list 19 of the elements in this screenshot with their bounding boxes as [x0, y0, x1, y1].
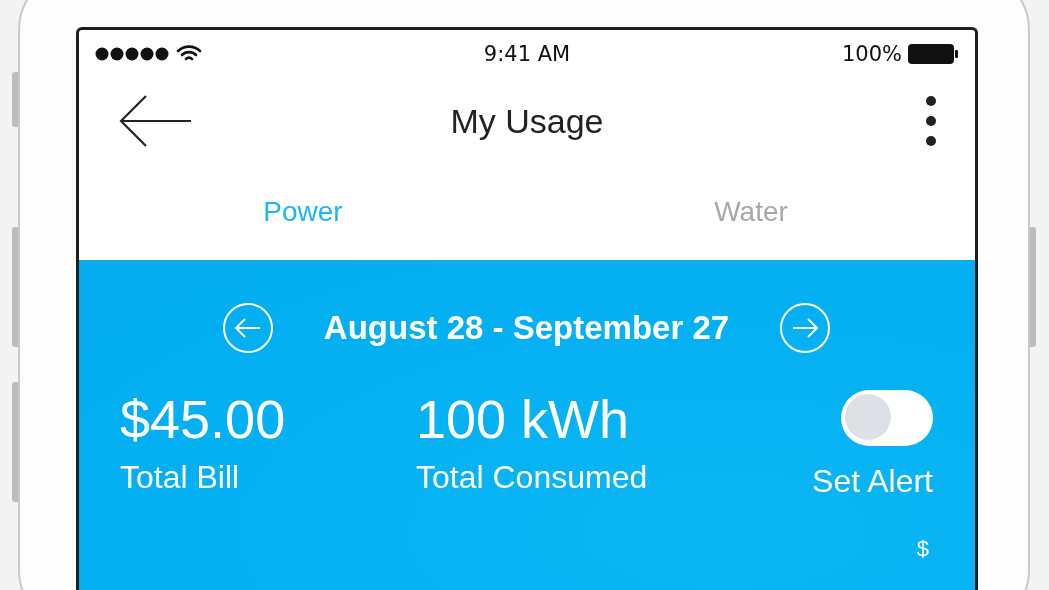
battery-percent: 100%	[841, 42, 902, 66]
stat-value: $45.00	[120, 388, 286, 450]
stat-label: Total Consumed	[416, 458, 648, 497]
date-range: August 28 - September 27	[323, 309, 730, 347]
signal-icon	[95, 47, 171, 61]
tab[interactable]: Water	[527, 164, 975, 260]
previous-arrow-icon[interactable]	[221, 302, 274, 354]
status-time: 9:41 AM	[483, 42, 571, 66]
axis-label: $	[916, 536, 929, 562]
stat-value: 100 kWh	[416, 388, 630, 450]
screen-title: My Usage	[450, 101, 604, 141]
back-arrow-icon[interactable]	[119, 94, 193, 148]
next-arrow-icon[interactable]	[779, 302, 832, 354]
alert-toggle[interactable]	[841, 390, 933, 446]
battery-icon	[907, 43, 959, 65]
stat-label: Total Bill	[120, 458, 240, 497]
more-menu-icon[interactable]	[925, 95, 937, 147]
tab[interactable]: Power	[79, 164, 527, 260]
alert-label: Set Alert	[812, 462, 933, 501]
